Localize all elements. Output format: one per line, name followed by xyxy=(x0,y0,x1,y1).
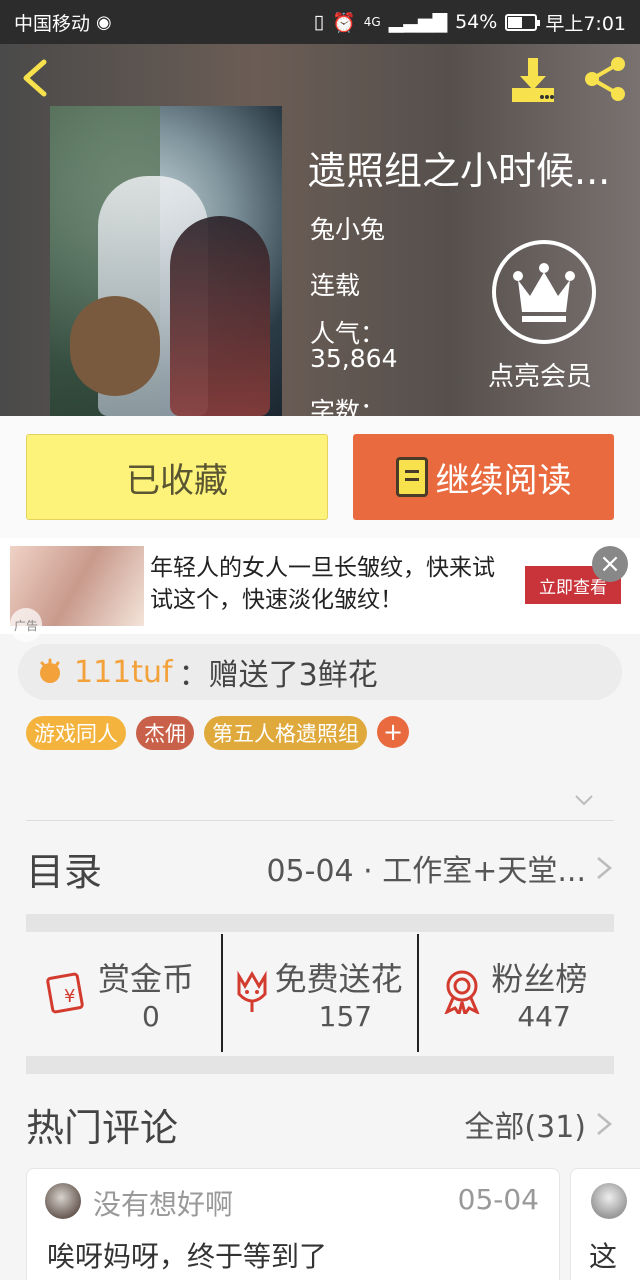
chevron-right-icon[interactable] xyxy=(594,1110,614,1138)
comment-date: 05-04 xyxy=(457,1183,539,1216)
fan-rank-value: 447 xyxy=(517,1000,571,1033)
section-divider xyxy=(26,1056,614,1074)
reward-coins-stat[interactable]: ¥ 赏金币 0 xyxy=(26,934,221,1052)
hot-comments-title: 热门评论 xyxy=(26,1105,179,1150)
battery-icon xyxy=(505,13,541,31)
vibrate-icon: ▯ xyxy=(313,11,325,33)
tag-item[interactable]: 杰佣 xyxy=(136,716,194,750)
ad-banner[interactable]: 广告 年轻人的女人一旦长皱纹，快来试试这个，快速淡化皱纹！ 立即查看 xyxy=(0,538,640,642)
toc-label: 目录 xyxy=(26,849,103,894)
favorited-label: 已收藏 xyxy=(126,460,228,501)
avatar[interactable] xyxy=(45,1183,81,1219)
section-divider xyxy=(26,914,614,932)
notice-message: ：赠送了3鲜花 xyxy=(178,658,378,693)
wechat-icon: ◉ xyxy=(96,11,112,33)
network-label: 4G xyxy=(363,15,381,29)
gift-notice: 111tuf ：赠送了3鲜花 xyxy=(18,644,622,700)
alarm-icon: ⏰ xyxy=(332,11,356,34)
book-header: 遗照组之小时候... 兔小兔 连载 人气： 35,864 字数： 点亮会员 xyxy=(0,44,640,416)
back-arrow-icon[interactable] xyxy=(16,58,56,98)
toc-latest-chapter: 05-04 · 工作室+天堂... xyxy=(266,854,586,889)
medal-icon xyxy=(444,970,480,1014)
hot-comments-header: 热门评论 全部(31) xyxy=(26,1094,614,1154)
free-flowers-label: 免费送花 xyxy=(274,960,403,998)
flower-notice-icon xyxy=(40,658,60,683)
ad-close-icon[interactable]: × xyxy=(592,546,628,582)
comment-user[interactable]: 没有想好啊 xyxy=(93,1183,233,1223)
free-flowers-value: 157 xyxy=(318,1000,373,1033)
fan-rank-stat[interactable]: 粉丝榜 447 xyxy=(417,934,614,1052)
comment-card[interactable]: 这 xyxy=(570,1168,640,1280)
tag-list: 游戏同人 杰佣 第五人格遗照组 + xyxy=(26,716,409,750)
ad-badge: 广告 xyxy=(10,608,43,642)
carrier-label: 中国移动 xyxy=(14,12,91,35)
ad-text: 年轻人的女人一旦长皱纹，快来试试这个，快速淡化皱纹！ xyxy=(150,555,495,613)
reward-coins-label: 赏金币 xyxy=(98,960,195,998)
reward-coins-value: 0 xyxy=(142,1000,160,1033)
tag-item[interactable]: 游戏同人 xyxy=(26,716,126,750)
chevron-right-icon xyxy=(597,857,612,879)
clock: 早上7:01 xyxy=(545,12,626,35)
gold-coin-icon: ¥ xyxy=(46,972,84,1014)
member-label[interactable]: 点亮会员 xyxy=(488,356,592,393)
table-of-contents-row[interactable]: 目录 05-04 · 工作室+天堂... xyxy=(26,822,614,914)
add-tag-icon[interactable]: + xyxy=(377,716,409,748)
chevron-down-icon[interactable] xyxy=(574,790,594,810)
comment-text: 唉呀妈呀，终于等到了 xyxy=(47,1240,328,1273)
comment-text: 这 xyxy=(589,1240,618,1273)
cover-bear xyxy=(70,296,160,396)
tag-item[interactable]: 第五人格遗照组 xyxy=(204,716,367,750)
status-bar: 中国移动 ◉ ▯ ⏰ 4G ▂▃▅▇ 54% 早上7:01 xyxy=(0,0,640,44)
word-count-label: 字数： xyxy=(310,397,386,416)
flower-icon xyxy=(237,970,267,1012)
favorited-button[interactable]: 已收藏 xyxy=(26,434,328,520)
comment-card[interactable]: 没有想好啊 05-04 唉呀妈呀，终于等到了 xyxy=(26,1168,560,1280)
book-cover-image[interactable] xyxy=(50,106,282,416)
signal-icon: ▂▃▅▇ xyxy=(388,11,448,33)
book-icon xyxy=(395,457,428,497)
avatar[interactable] xyxy=(591,1183,627,1219)
stats-row: ¥ 赏金币 0 免费送花 157 粉丝榜 447 xyxy=(26,934,614,1052)
book-title: 遗照组之小时候... xyxy=(308,149,611,193)
cover-character-b xyxy=(170,216,270,416)
member-button[interactable] xyxy=(492,240,596,344)
action-bar: 已收藏 继续阅读 xyxy=(0,416,640,538)
battery-percent: 54% xyxy=(455,11,498,33)
download-icon[interactable] xyxy=(508,54,558,104)
continue-reading-button[interactable]: 继续阅读 xyxy=(353,434,614,520)
book-status: 连载 xyxy=(310,271,361,300)
popularity-value: 35,864 xyxy=(310,344,398,373)
crown-icon xyxy=(513,263,575,322)
continue-reading-label: 继续阅读 xyxy=(435,460,572,501)
share-icon[interactable] xyxy=(580,54,630,104)
fan-rank-label: 粉丝榜 xyxy=(491,960,588,998)
notice-user[interactable]: 111tuf xyxy=(74,655,173,690)
free-flowers-stat[interactable]: 免费送花 157 xyxy=(220,934,418,1052)
book-author[interactable]: 兔小兔 xyxy=(310,210,385,246)
all-comments-link[interactable]: 全部(31) xyxy=(464,1102,586,1146)
svg-text:¥: ¥ xyxy=(64,986,75,1007)
divider xyxy=(26,820,614,821)
